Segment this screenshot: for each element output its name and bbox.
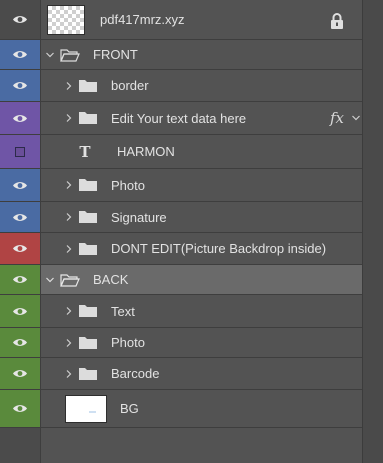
visibility-toggle[interactable] [0, 295, 41, 327]
eye-icon [13, 114, 27, 122]
layer-name: Photo [111, 335, 145, 350]
visibility-toggle[interactable] [0, 328, 41, 357]
layer-name: Signature [111, 209, 167, 225]
visibility-toggle[interactable] [0, 390, 41, 427]
lock-icon [331, 13, 343, 29]
visibility-toggle[interactable] [0, 40, 41, 69]
eye-icon [13, 16, 27, 23]
layer-name: DONT EDIT(Picture Backdrop inside) [111, 241, 327, 256]
visibility-toggle[interactable] [0, 265, 41, 294]
chevron-right-icon[interactable] [64, 113, 74, 123]
layer-row-pdf417mrz[interactable]: pdf417mrz.xyz [0, 0, 362, 40]
panel-scrollbar[interactable] [362, 0, 383, 463]
visibility-toggle[interactable] [0, 135, 41, 168]
layer-row-barcode[interactable]: Barcode [0, 358, 362, 390]
folder-icon [79, 79, 97, 92]
layer-name: FRONT [93, 47, 138, 62]
eye-icon [13, 276, 27, 283]
fx-icon[interactable]: fx [330, 109, 344, 127]
layer-row-photo-front[interactable]: Photo [0, 169, 362, 202]
visibility-off-box [15, 146, 25, 157]
chevron-down-icon[interactable] [45, 275, 55, 285]
eye-icon [13, 181, 27, 189]
layer-row-harmon[interactable]: T HARMON [0, 135, 362, 169]
eye-icon [13, 307, 27, 315]
folder-icon [79, 179, 97, 191]
layer-row-text[interactable]: Text [0, 295, 362, 328]
chevron-right-icon[interactable] [64, 180, 74, 190]
layer-name: BG [120, 401, 139, 416]
chevron-right-icon[interactable] [64, 369, 74, 379]
layer-row-dont-edit[interactable]: DONT EDIT(Picture Backdrop inside) [0, 233, 362, 265]
eye-icon [13, 370, 27, 377]
layer-row-photo-back[interactable]: Photo [0, 328, 362, 358]
folder-icon [79, 305, 97, 317]
chevron-right-icon[interactable] [64, 338, 74, 348]
layer-name: pdf417mrz.xyz [100, 12, 185, 27]
visibility-toggle[interactable] [0, 169, 41, 201]
folder-icon [79, 242, 97, 255]
folder-icon [79, 112, 97, 124]
layer-name: Barcode [111, 366, 160, 381]
eye-icon [13, 245, 27, 252]
layer-row-front[interactable]: FRONT [0, 40, 362, 70]
visibility-toggle[interactable] [0, 0, 41, 39]
layer-thumbnail [47, 4, 85, 35]
eye-icon [13, 405, 27, 412]
chevron-down-icon[interactable] [45, 50, 55, 60]
layer-name: BACK [93, 272, 129, 287]
eye-icon [13, 213, 27, 221]
chevron-right-icon[interactable] [64, 81, 74, 91]
layer-name: Photo [111, 177, 145, 193]
visibility-toggle[interactable] [0, 102, 41, 134]
chevron-right-icon[interactable] [64, 306, 74, 316]
layer-thumbnail [65, 394, 107, 423]
layer-name: border [111, 78, 149, 93]
layer-row-edit-text[interactable]: Edit Your text data here fx [0, 102, 362, 135]
empty-panel-area [0, 428, 362, 463]
visibility-toggle[interactable] [0, 202, 41, 232]
text-layer-icon: T [79, 142, 91, 161]
layer-name: HARMON [117, 144, 175, 159]
eye-icon [13, 82, 27, 89]
chevron-down-icon[interactable] [351, 113, 361, 123]
layer-row-border[interactable]: border [0, 70, 362, 102]
visibility-toggle[interactable] [0, 358, 41, 389]
layer-name: Edit Your text data here [111, 110, 247, 126]
open-folder-icon [60, 48, 80, 62]
eye-icon [13, 339, 27, 346]
layer-row-back[interactable]: BACK [0, 265, 362, 295]
chevron-right-icon[interactable] [64, 244, 74, 254]
eye-icon [13, 51, 27, 58]
layer-row-signature[interactable]: Signature [0, 202, 362, 233]
folder-icon [79, 211, 97, 223]
folder-icon [79, 367, 97, 380]
layers-panel: pdf417mrz.xyz FRONT border Edit Your tex… [0, 0, 362, 463]
open-folder-icon [60, 273, 80, 287]
layer-name: Text [111, 303, 135, 319]
layer-row-bg[interactable]: BG [0, 390, 362, 428]
visibility-toggle[interactable] [0, 233, 41, 264]
chevron-right-icon[interactable] [64, 212, 74, 222]
visibility-toggle[interactable] [0, 70, 41, 101]
folder-icon [79, 336, 97, 349]
